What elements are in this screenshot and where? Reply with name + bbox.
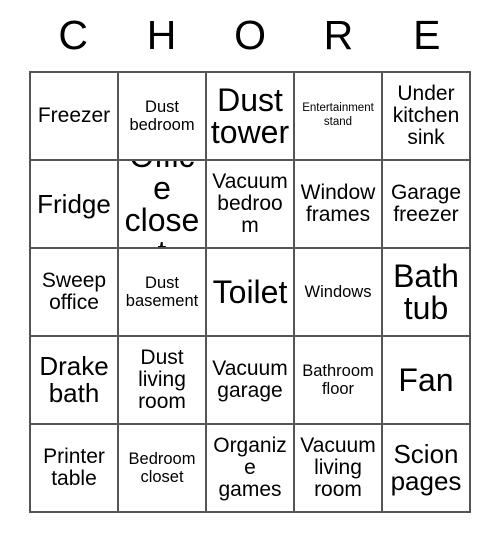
bingo-cell-label: Garage freezer <box>390 180 462 226</box>
bingo-cell[interactable]: Vacuum living room <box>295 425 383 513</box>
bingo-cell[interactable]: Vacuum bedroom <box>207 161 295 249</box>
bingo-cell-label: Windows <box>304 282 372 301</box>
bingo-row: Printer table Bedroom closet Organize ga… <box>31 425 471 513</box>
bingo-cell[interactable]: Entertainment stand <box>295 73 383 161</box>
bingo-row: Drake bath Dust living room Vacuum garag… <box>31 337 471 425</box>
bingo-cell[interactable]: Sweep office <box>31 249 119 337</box>
bingo-cell-label: Dust basement <box>125 273 199 310</box>
bingo-cell-label: Dust living room <box>138 345 186 414</box>
bingo-cell[interactable]: Dust basement <box>119 249 207 337</box>
bingo-cell-label: Dust tower <box>210 82 290 150</box>
bingo-cell[interactable]: Fridge <box>31 161 119 249</box>
bingo-cell-label: Entertainment stand <box>302 102 374 128</box>
bingo-cell[interactable]: Drake bath <box>31 337 119 425</box>
bingo-row: Sweep office Dust basement Toilet Window… <box>31 249 471 337</box>
header-letter-3: R <box>323 12 354 58</box>
bingo-cell-label: Organize games <box>213 433 287 502</box>
bingo-cell-label: Vacuum garage <box>212 356 288 402</box>
bingo-cell-label: Bedroom closet <box>128 449 196 486</box>
bingo-cell[interactable]: Bedroom closet <box>119 425 207 513</box>
bingo-cell[interactable]: Freezer <box>31 73 119 161</box>
bingo-cell[interactable]: Window frames <box>295 161 383 249</box>
bingo-cell-label: Vacuum bedroom <box>212 169 288 238</box>
bingo-cell[interactable]: Windows <box>295 249 383 337</box>
bingo-cell[interactable]: Garage freezer <box>383 161 471 249</box>
bingo-cell-label: Sweep office <box>41 268 107 314</box>
bingo-card: C H O R E Freezer Dust bedroom Dust towe… <box>29 0 471 513</box>
bingo-cell[interactable]: Office closet <box>119 161 207 249</box>
bingo-cell[interactable]: Vacuum garage <box>207 337 295 425</box>
bingo-cell-label: Fridge <box>37 188 111 219</box>
bingo-row: Freezer Dust bedroom Dust tower Entertai… <box>31 73 471 161</box>
bingo-cell[interactable]: Dust living room <box>119 337 207 425</box>
bingo-cell[interactable]: Under kitchen sink <box>383 73 471 161</box>
bingo-cell[interactable]: Printer table <box>31 425 119 513</box>
header-letter-2: O <box>234 12 266 58</box>
bingo-grid: Freezer Dust bedroom Dust tower Entertai… <box>29 71 471 513</box>
bingo-cell-label: Bathroom floor <box>302 361 374 398</box>
bingo-cell[interactable]: Bath tub <box>383 249 471 337</box>
bingo-cell[interactable]: Dust bedroom <box>119 73 207 161</box>
bingo-cell[interactable]: Fan <box>383 337 471 425</box>
bingo-cell[interactable]: Toilet <box>207 249 295 337</box>
bingo-cell-label: Printer table <box>43 444 105 490</box>
header-letter-0: C <box>58 12 88 58</box>
header-letter-4: E <box>413 12 441 58</box>
header-letter-1: H <box>146 12 177 58</box>
bingo-cell-label: Office closet <box>124 161 200 247</box>
bingo-cell-label: Vacuum living room <box>300 433 376 502</box>
bingo-cell-label: Dust bedroom <box>129 97 195 134</box>
bingo-cell-label: Freezer <box>37 103 111 127</box>
bingo-cell-label: Window frames <box>300 180 376 226</box>
bingo-cell-label: Drake bath <box>39 351 109 408</box>
bingo-cell-label: Fan <box>398 362 454 398</box>
bingo-cell-label: Under kitchen sink <box>392 81 460 150</box>
bingo-row: Fridge Office closet Vacuum bedroom Wind… <box>31 161 471 249</box>
bingo-cell[interactable]: Organize games <box>207 425 295 513</box>
bingo-cell-label: Bath tub <box>393 258 459 326</box>
bingo-cell[interactable]: Bathroom floor <box>295 337 383 425</box>
bingo-header: C H O R E <box>29 0 471 71</box>
bingo-cell-label: Toilet <box>212 274 288 310</box>
bingo-cell-label: Scion pages <box>390 439 462 496</box>
bingo-cell[interactable]: Scion pages <box>383 425 471 513</box>
bingo-cell[interactable]: Dust tower <box>207 73 295 161</box>
